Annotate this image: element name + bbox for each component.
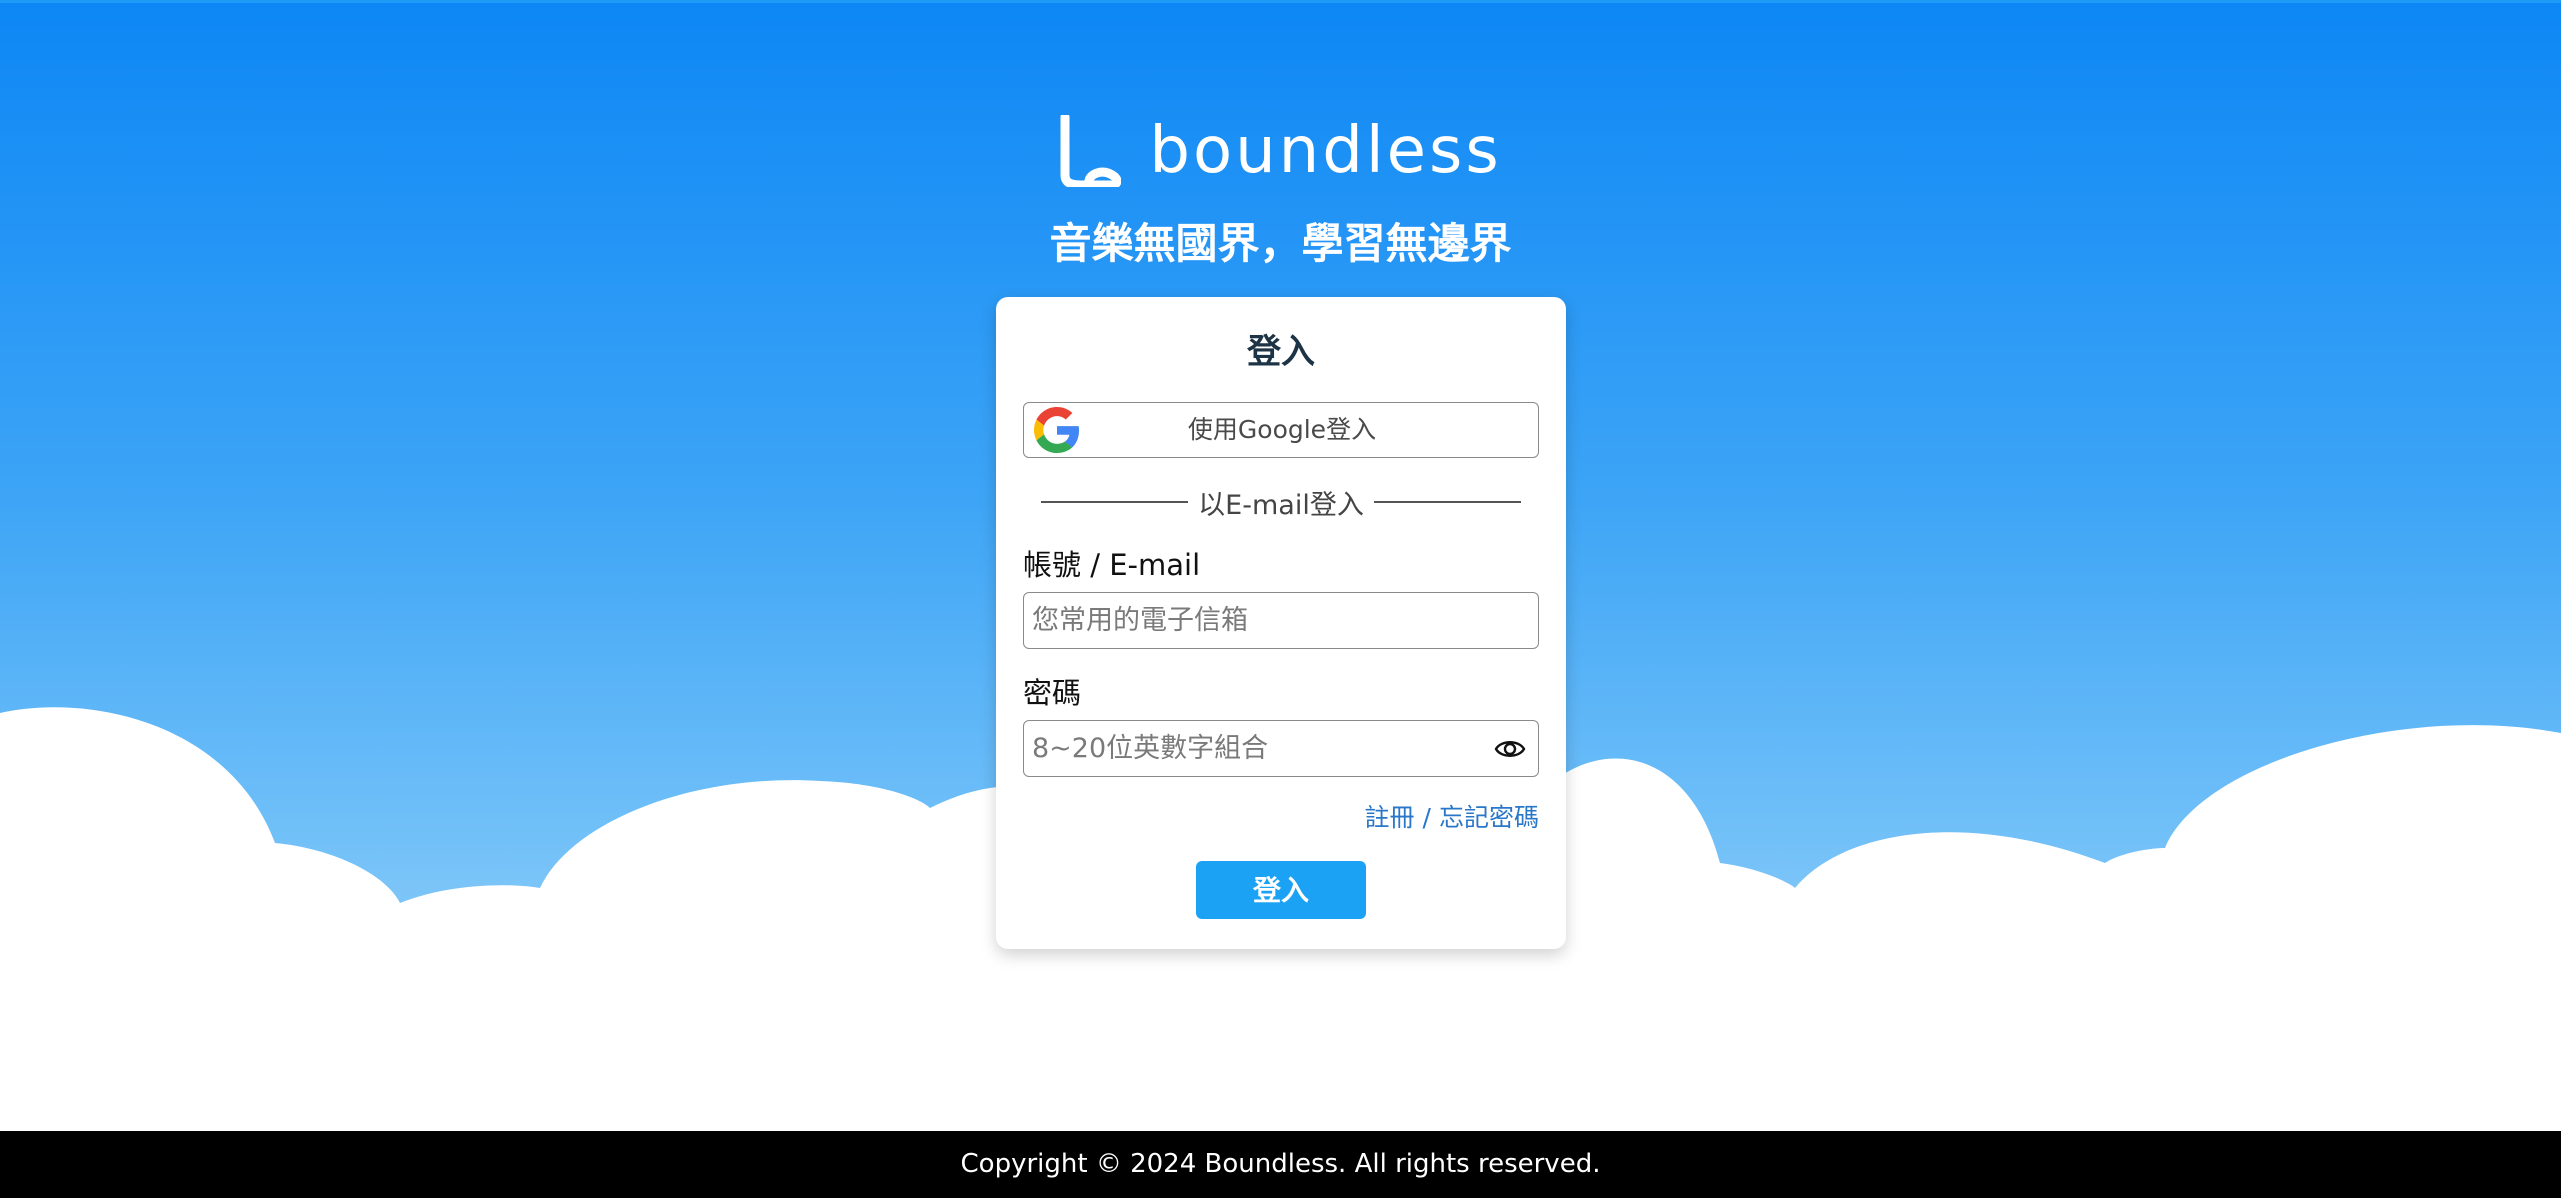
google-login-button[interactable]: 使用Google登入 bbox=[1023, 402, 1539, 458]
brand-name: boundless bbox=[1149, 114, 1502, 188]
google-login-label: 使用Google登入 bbox=[1187, 415, 1377, 444]
login-submit-button[interactable]: 登入 bbox=[1196, 861, 1366, 919]
brand-header: boundless bbox=[0, 115, 2561, 187]
email-input[interactable] bbox=[1024, 593, 1480, 647]
email-divider: 以E-mail登入 bbox=[1041, 482, 1521, 522]
email-label: 帳號 / E-mail bbox=[1023, 548, 1201, 582]
password-label: 密碼 bbox=[1023, 676, 1082, 710]
copyright-text: Copyright © 2024 Boundless. All rights r… bbox=[960, 1149, 1601, 1179]
boundless-logo-icon bbox=[1060, 115, 1122, 187]
footer: Copyright © 2024 Boundless. All rights r… bbox=[0, 1131, 2561, 1198]
register-link[interactable]: 註冊 bbox=[1365, 803, 1415, 832]
link-separator: / bbox=[1422, 803, 1431, 832]
divider-line-right bbox=[1373, 501, 1521, 503]
login-card: 登入 使用Google登入 以E-mail登入 帳號 / E-mail 密碼 註… bbox=[996, 297, 1566, 949]
divider-text: 以E-mail登入 bbox=[1198, 489, 1364, 521]
login-title: 登入 bbox=[1247, 332, 1315, 372]
forgot-password-link[interactable]: 忘記密碼 bbox=[1439, 803, 1539, 832]
password-input[interactable] bbox=[1024, 721, 1480, 775]
password-field-box bbox=[1023, 720, 1539, 777]
email-field-box bbox=[1023, 592, 1539, 649]
eye-icon[interactable] bbox=[1494, 734, 1526, 764]
slogan: 音樂無國界，學習無邊界 bbox=[1049, 219, 1512, 268]
divider-line-left bbox=[1041, 501, 1189, 503]
account-links: 註冊 / 忘記密碼 bbox=[1365, 800, 1539, 836]
